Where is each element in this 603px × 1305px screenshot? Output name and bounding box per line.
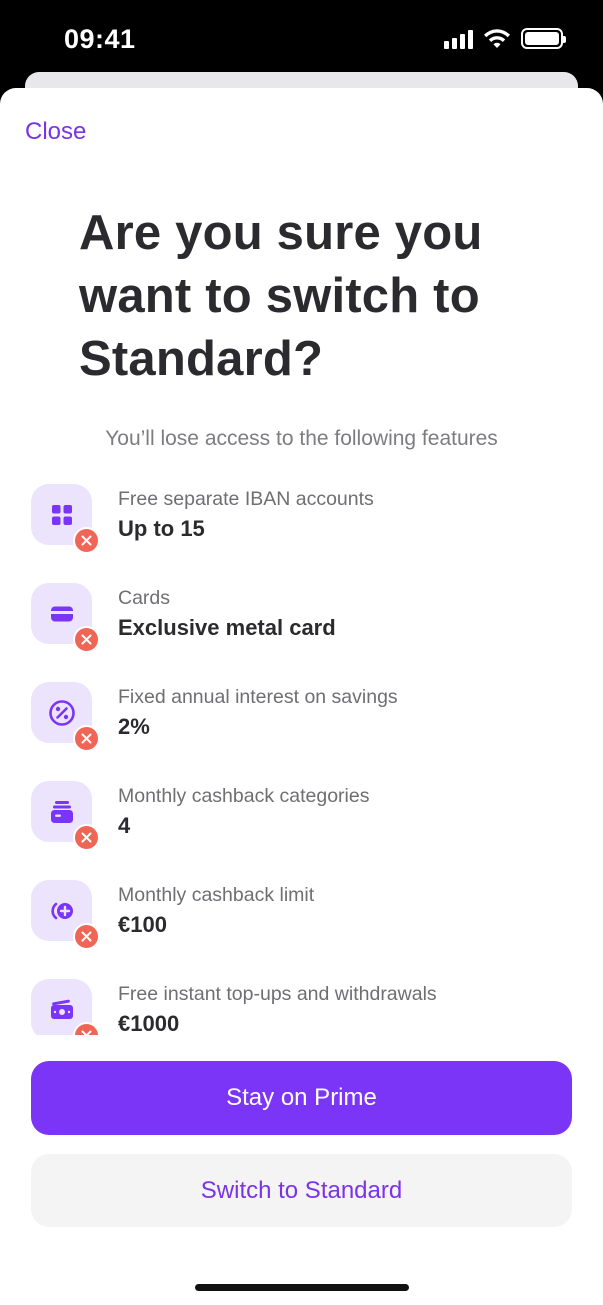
feature-label: Free instant top-ups and withdrawals <box>118 983 437 1005</box>
feature-label: Monthly cashback limit <box>118 884 315 906</box>
feature-label: Cards <box>118 587 171 609</box>
feature-value: 2% <box>118 714 150 739</box>
feature-label: Fixed annual interest on savings <box>118 686 398 708</box>
page-title: Are you sure you want to switch to Stand… <box>79 206 483 386</box>
feature-value: Up to 15 <box>118 516 205 541</box>
feature-item-interest: Fixed annual interest on savings 2% <box>31 681 591 757</box>
feature-value: Exclusive metal card <box>118 615 336 640</box>
battery-icon <box>521 28 566 49</box>
close-button[interactable]: Close <box>25 118 86 146</box>
close-icon <box>73 725 100 752</box>
feature-item-cashback-limit: Monthly cashback limit €100 <box>31 879 591 955</box>
feature-label: Free separate IBAN accounts <box>118 488 374 510</box>
cellular-signal-icon <box>444 29 473 49</box>
status-bar: 09:41 <box>0 0 603 80</box>
feature-item-cards: Cards Exclusive metal card <box>31 582 591 658</box>
feature-item-cashback-categories: Monthly cashback categories 4 <box>31 780 591 856</box>
status-time: 09:41 <box>64 24 136 54</box>
modal-sheet: Close Are you sure you want to switch to… <box>0 88 603 1305</box>
home-indicator[interactable] <box>195 1284 409 1291</box>
close-icon <box>73 527 100 554</box>
switch-to-standard-button[interactable]: Switch to Standard <box>31 1154 572 1227</box>
feature-label: Monthly cashback categories <box>118 785 370 807</box>
status-icons <box>444 28 566 49</box>
stay-on-prime-button[interactable]: Stay on Prime <box>31 1061 572 1135</box>
feature-value: 4 <box>118 813 131 838</box>
close-icon <box>73 626 100 653</box>
feature-item-top-ups: Free instant top-ups and withdrawals €10… <box>31 978 591 1035</box>
page-subtitle: You’ll lose access to the following feat… <box>105 427 498 450</box>
feature-list[interactable]: Free separate IBAN accounts Up to 15 Car… <box>31 483 591 1035</box>
feature-value: €1000 <box>118 1011 180 1035</box>
wifi-icon <box>484 29 510 48</box>
close-icon <box>73 824 100 851</box>
feature-item-iban-accounts: Free separate IBAN accounts Up to 15 <box>31 483 591 559</box>
close-icon <box>73 923 100 950</box>
feature-value: €100 <box>118 912 167 937</box>
